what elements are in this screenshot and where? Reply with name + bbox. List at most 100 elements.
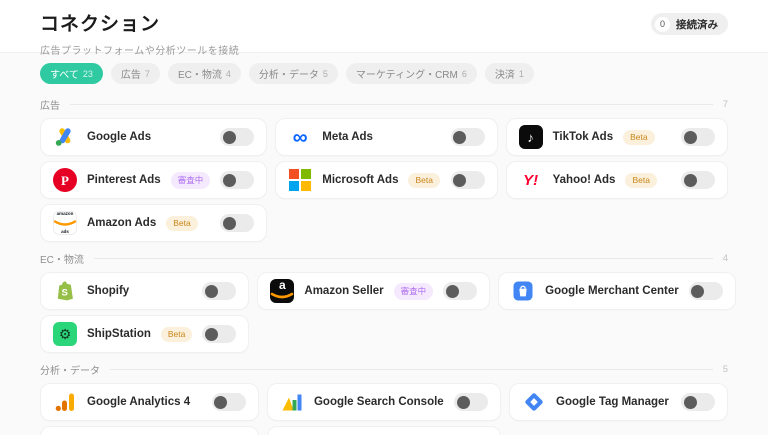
connect-toggle[interactable] <box>451 171 485 189</box>
connection-card[interactable]: Google Search Console <box>267 383 501 421</box>
section-divider <box>70 104 713 105</box>
connection-card[interactable]: Microsoft Ads Beta <box>275 161 497 199</box>
connection-card[interactable]: P Pinterest Ads 審査中 <box>40 161 267 199</box>
tab-count: 23 <box>83 69 93 79</box>
tab-label: 決済 <box>495 66 515 81</box>
toggle-knob <box>684 131 697 144</box>
tab-payment[interactable]: 決済 1 <box>485 63 534 84</box>
section-label: EC・物流 <box>40 251 84 266</box>
connection-name: ShipStation <box>87 328 151 340</box>
connected-count-pill[interactable]: 0 接続済み <box>651 13 728 35</box>
shipstation-icon: ⚙ <box>53 322 77 346</box>
tab-count: 7 <box>145 69 150 79</box>
connection-card[interactable]: ∞ Meta Ads <box>275 118 497 156</box>
tab-label: 分析・データ <box>259 66 319 81</box>
section-grid: Google Analytics 4 Google Search Console… <box>40 383 728 435</box>
connect-toggle[interactable] <box>681 171 715 189</box>
toggle-knob <box>214 396 227 409</box>
status-badge: Beta <box>166 216 198 231</box>
tab-count: 6 <box>462 69 467 79</box>
amazon-ads-icon: amazonads <box>53 211 77 235</box>
connect-toggle[interactable] <box>451 128 485 146</box>
connection-name: Amazon Ads <box>87 217 156 229</box>
connect-toggle[interactable] <box>681 393 715 411</box>
toggle-knob <box>205 328 218 341</box>
connected-label: 接続済み <box>676 17 718 32</box>
section-grid: Google Ads ∞ Meta Ads ♪ TikTok Ads Beta … <box>40 118 728 242</box>
connect-toggle[interactable] <box>212 393 246 411</box>
connection-card[interactable]: ⚙ ShipStation Beta <box>40 315 249 353</box>
merchant-center-icon <box>511 279 535 303</box>
tab-label: すべて <box>50 66 79 81</box>
connection-card[interactable]: Google Merchant Center <box>498 272 736 310</box>
page-subtitle: 広告プラットフォームや分析ツールを接続 <box>40 42 239 57</box>
toggle-knob <box>223 174 236 187</box>
connect-toggle[interactable] <box>681 128 715 146</box>
connect-toggle[interactable] <box>443 282 477 300</box>
connected-count: 0 <box>655 17 670 32</box>
connection-name: Shopify <box>87 285 129 297</box>
toggle-knob <box>684 174 697 187</box>
connect-toggle[interactable] <box>454 393 488 411</box>
connection-card[interactable]: ♪ TikTok Ads Beta <box>506 118 728 156</box>
tab-marketing[interactable]: マーケティング・CRM 6 <box>346 63 477 84</box>
tab-analytics[interactable]: 分析・データ 5 <box>249 63 338 84</box>
connection-name: Amazon Seller <box>304 285 383 297</box>
section-label: 分析・データ <box>40 362 100 377</box>
sections: 広告 7 Google Ads ∞ Meta Ads ♪ TikTok Ads … <box>0 84 768 435</box>
toggle-knob <box>453 174 466 187</box>
top-bar: コネクション 広告プラットフォームや分析ツールを接続 0 接続済み <box>0 0 768 53</box>
section: 分析・データ 5 Google Analytics 4 Google Searc… <box>40 362 728 435</box>
connection-card[interactable]: Google Tag Manager <box>509 383 728 421</box>
section-grid: S Shopify a Amazon Seller 審査中 Google Mer… <box>40 272 728 353</box>
tag-manager-icon <box>522 390 546 414</box>
connect-toggle[interactable] <box>689 282 723 300</box>
tab-all[interactable]: すべて 23 <box>40 63 103 84</box>
connection-card[interactable]: Google Sheets 審査中 <box>267 426 501 435</box>
connect-toggle[interactable] <box>202 282 236 300</box>
connection-card[interactable]: a Amazon Seller 審査中 <box>257 272 490 310</box>
connection-card[interactable]: Y! Yahoo! Ads Beta <box>506 161 728 199</box>
tab-label: マーケティング・CRM <box>356 66 458 81</box>
tab-count: 5 <box>323 69 328 79</box>
connect-toggle[interactable] <box>220 171 254 189</box>
filter-tabs: すべて 23 広告 7 EC・物流 4 分析・データ 5 マーケティング・CRM… <box>40 63 728 84</box>
connection-card[interactable]: BigQuery 審査中 <box>40 426 259 435</box>
status-badge: 審査中 <box>394 283 434 300</box>
section-header: 分析・データ 5 <box>40 362 728 376</box>
section-divider <box>94 258 713 259</box>
meta-icon: ∞ <box>288 125 312 149</box>
page-title: コネクション <box>40 9 239 36</box>
tab-ec[interactable]: EC・物流 4 <box>168 63 241 84</box>
toggle-knob <box>691 285 704 298</box>
section: EC・物流 4 S Shopify a Amazon Seller 審査中 Go… <box>40 251 728 353</box>
section-count: 7 <box>723 99 728 110</box>
connection-card[interactable]: Google Analytics 4 <box>40 383 259 421</box>
connection-card[interactable]: Google Ads <box>40 118 267 156</box>
tab-ads[interactable]: 広告 7 <box>111 63 160 84</box>
section-count: 4 <box>723 253 728 264</box>
pinterest-icon: P <box>53 168 77 192</box>
connection-name: Yahoo! Ads <box>553 174 616 186</box>
status-badge: Beta <box>623 130 655 145</box>
connect-toggle[interactable] <box>220 214 254 232</box>
connection-card[interactable]: S Shopify <box>40 272 249 310</box>
section-header: 広告 7 <box>40 97 728 111</box>
tab-label: EC・物流 <box>178 66 222 81</box>
microsoft-icon <box>288 168 312 192</box>
yahoo-icon: Y! <box>519 168 543 192</box>
status-badge: Beta <box>408 173 440 188</box>
toggle-knob <box>446 285 459 298</box>
connection-name: Microsoft Ads <box>322 174 398 186</box>
connection-name: Pinterest Ads <box>87 174 161 186</box>
section-label: 広告 <box>40 97 60 112</box>
svg-text:S: S <box>62 288 68 299</box>
connection-card[interactable]: amazonads Amazon Ads Beta <box>40 204 267 242</box>
search-console-icon <box>280 390 304 414</box>
connection-name: Google Merchant Center <box>545 285 679 297</box>
connection-name: Google Tag Manager <box>556 396 669 408</box>
header-text: コネクション 広告プラットフォームや分析ツールを接続 <box>40 9 239 57</box>
connect-toggle[interactable] <box>202 325 236 343</box>
status-badge: Beta <box>161 327 193 342</box>
connect-toggle[interactable] <box>220 128 254 146</box>
